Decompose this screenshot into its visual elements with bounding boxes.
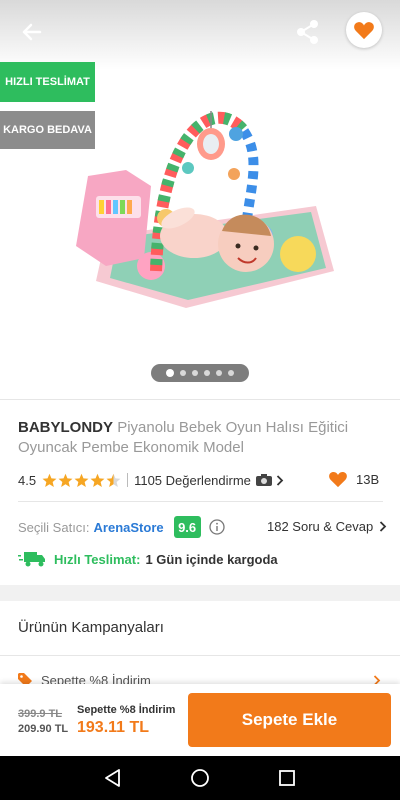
favorites-label: 13B: [356, 471, 380, 487]
qa-label: 182 Soru & Cevap: [267, 519, 374, 534]
star-icon: [90, 473, 105, 487]
info-icon[interactable]: [208, 519, 225, 535]
share-icon[interactable]: [290, 14, 326, 50]
rating-stars: [42, 473, 121, 488]
product-brand[interactable]: BABYLONDY: [18, 419, 113, 436]
heart-icon: [354, 22, 374, 40]
review-count[interactable]: 1105 Değerlendirme: [134, 473, 251, 488]
circle-home-icon[interactable]: [189, 767, 211, 789]
product-title: BABYLONDY Piyanolu Bebek Oyun Halısı Eği…: [18, 418, 383, 458]
gallery-dot[interactable]: [228, 370, 234, 376]
gallery-dot[interactable]: [166, 369, 174, 377]
qa-link[interactable]: 182 Soru & Cevap: [267, 519, 387, 534]
shipping-text: 1 Gün içinde kargoda: [145, 551, 278, 567]
android-nav-bar: [0, 756, 400, 800]
star-icon: [74, 473, 89, 487]
final-price: 193.11 TL: [77, 719, 150, 736]
gallery-dot[interactable]: [192, 370, 198, 376]
truck-icon: [18, 552, 45, 567]
arrow-left-icon[interactable]: [14, 14, 50, 50]
product-image: [76, 111, 334, 308]
separator: [127, 473, 129, 487]
chevron-right-icon: [276, 474, 284, 486]
add-to-cart-button[interactable]: Sepete Ekle: [188, 693, 391, 747]
star-icon: [58, 473, 73, 487]
divider: [0, 399, 400, 400]
cart-discount-label: Sepette %8 İndirim: [77, 704, 176, 716]
divider: [0, 655, 400, 656]
favorite-button[interactable]: [346, 12, 382, 48]
rating-score: 4.5: [18, 472, 37, 488]
shipping-label: Hızlı Teslimat:: [54, 551, 141, 567]
gallery-dot[interactable]: [180, 370, 186, 376]
favorites-count[interactable]: 13B: [328, 470, 379, 488]
discounted-price: 209.90 TL: [18, 723, 69, 735]
seller-label: Seçili Satıcı:: [18, 519, 90, 535]
gallery-dot[interactable]: [204, 370, 210, 376]
gallery-pagination[interactable]: [151, 364, 249, 382]
seller-score-badge: 9.6: [173, 516, 201, 538]
product-gallery[interactable]: HIZLI TESLİMAT KARGO BEDAVA: [0, 0, 400, 398]
divider: [18, 501, 383, 502]
heart-icon: [329, 471, 347, 488]
product-detail-screen: HIZLI TESLİMAT KARGO BEDAVA BABYLONDY Pi…: [0, 0, 400, 800]
section-spacer: [0, 585, 400, 601]
shipping-row: Hızlı Teslimat: 1 Gün içinde kargoda: [18, 551, 278, 567]
triangle-back-icon[interactable]: [102, 767, 124, 789]
chevron-right-icon: [380, 521, 387, 532]
half-star-icon: [106, 473, 121, 487]
old-price: 399.9 TL: [18, 708, 63, 720]
seller-name-link[interactable]: ArenaStore: [94, 520, 164, 535]
gallery-dot[interactable]: [216, 370, 222, 376]
square-recents-icon[interactable]: [276, 767, 298, 789]
camera-icon: [255, 474, 272, 486]
star-icon: [42, 473, 57, 487]
top-shade: [0, 0, 400, 70]
campaigns-title: Ürünün Kampanyaları: [18, 619, 164, 636]
